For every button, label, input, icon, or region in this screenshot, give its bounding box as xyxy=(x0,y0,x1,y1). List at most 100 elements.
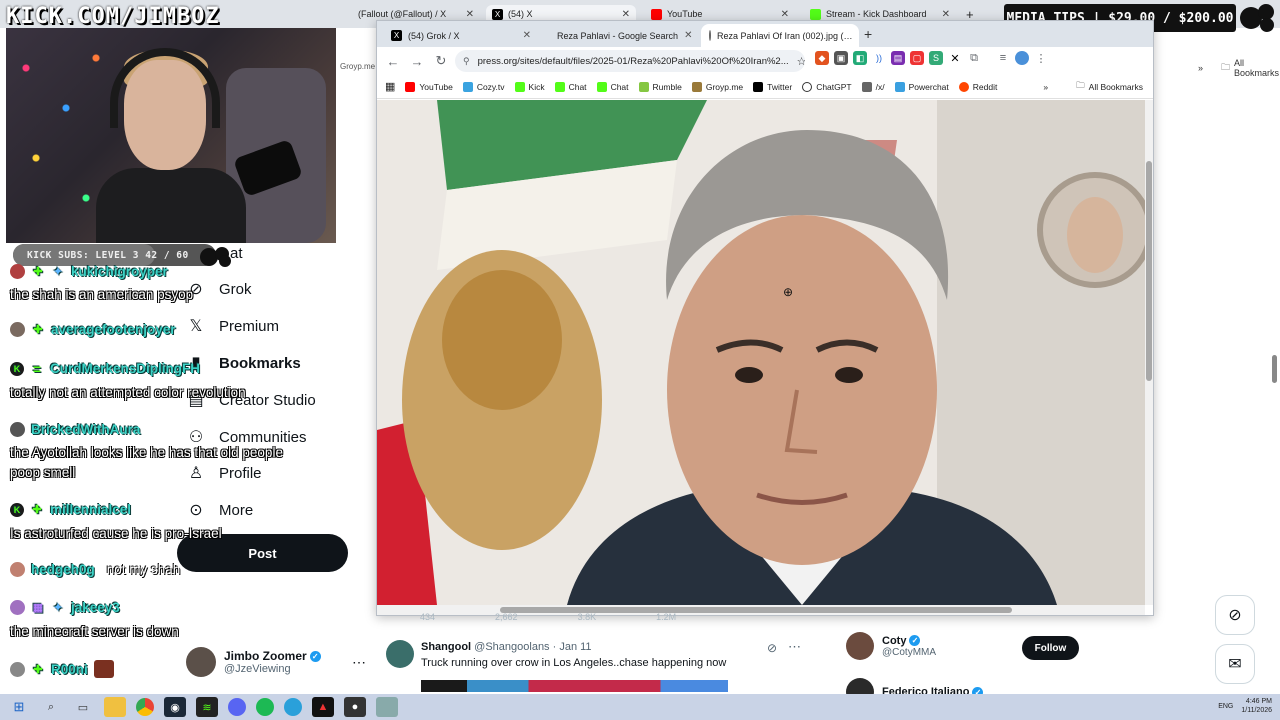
bookmark-powerchat[interactable]: Powerchat xyxy=(894,81,949,92)
url-text: press.org/sites/default/files/2025-01/Re… xyxy=(477,55,789,67)
more-horizontal-icon[interactable]: ⋯ xyxy=(788,639,801,655)
puzzle-icon[interactable]: ⧉ xyxy=(967,51,981,65)
obs-icon[interactable]: ● xyxy=(344,697,366,717)
groyp-icon xyxy=(691,81,702,92)
nav-more[interactable]: ⊙ More xyxy=(187,501,253,520)
nav-label: Premium xyxy=(219,317,280,335)
metamask-icon[interactable]: ◆ xyxy=(815,51,829,65)
more-horizontal-icon[interactable]: ⋯ xyxy=(352,654,366,671)
file-explorer-icon[interactable] xyxy=(104,697,126,717)
nav-bookmarks[interactable]: ▮ Bookmarks xyxy=(187,354,301,373)
telegram-icon[interactable] xyxy=(284,698,302,716)
site-info-icon[interactable]: ⚲ xyxy=(463,56,470,67)
discord-icon[interactable] xyxy=(228,698,246,716)
close-icon[interactable]: ✕ xyxy=(523,30,531,41)
scrollbar-thumb[interactable] xyxy=(1146,160,1152,381)
chat-username-row: K = CurdMerkensDiplingFH xyxy=(10,360,201,377)
grok-floating-button[interactable]: ⊘ xyxy=(1215,595,1255,635)
task-view-icon[interactable]: ▭ xyxy=(72,697,94,717)
menu-kebab-icon[interactable]: ⋮ xyxy=(1034,51,1048,65)
close-icon[interactable]: ✕ xyxy=(684,30,692,41)
signal-icon[interactable]: )) xyxy=(872,51,886,65)
avatar[interactable] xyxy=(386,640,414,668)
close-icon[interactable]: ✕ xyxy=(622,9,630,20)
extension-badge-icon[interactable]: ▣ xyxy=(834,51,848,65)
nav-profile[interactable]: ♙ Profile xyxy=(187,464,262,483)
tweet-author-handle[interactable]: @Shangoolans xyxy=(474,641,549,653)
browser-toolbar: ← → ↻ ⚲ press.org/sites/default/files/20… xyxy=(377,47,1153,75)
star-icon[interactable]: ☆ xyxy=(797,55,805,68)
kick-blob-icon xyxy=(1240,4,1274,32)
bookmark-chat-1[interactable]: Chat xyxy=(554,81,587,92)
close-icon[interactable]: ✕ xyxy=(942,9,950,20)
tweet-author-name[interactable]: Shangool xyxy=(421,641,471,653)
nav-grok[interactable]: ⊘ Grok xyxy=(187,280,251,299)
new-tab-button[interactable]: + xyxy=(864,26,872,42)
apps-grid-icon[interactable]: ▦ xyxy=(385,80,395,93)
bookmark-chatgpt[interactable]: ChatGPT xyxy=(802,81,852,92)
all-bookmarks-button[interactable]: 🗀 All Bookmarks xyxy=(1076,80,1143,94)
reload-icon[interactable]: ↻ xyxy=(429,49,453,73)
page-scrollbar-thumb[interactable] xyxy=(1272,355,1277,383)
image-viewer-window: X (54) Grok / X ✕ Reza Pahlavi - Google S… xyxy=(376,20,1154,616)
account-switcher[interactable]: Jimbo Zoomer ✓ @JzeViewing ⋯ xyxy=(186,645,366,679)
follow-button[interactable]: Follow xyxy=(1022,636,1079,660)
chat-username: R00ni xyxy=(51,661,88,677)
bookmark-cozy[interactable]: Cozy.tv xyxy=(462,81,505,92)
extension-icon[interactable]: ▢ xyxy=(910,51,924,65)
close-icon[interactable]: ✕ xyxy=(466,9,474,20)
clock[interactable]: 4:46 PM 1/11/2026 xyxy=(1241,697,1272,715)
bookmark-x-board[interactable]: /x/ xyxy=(861,81,885,92)
language-indicator[interactable]: ENG xyxy=(1218,703,1233,710)
extension-icon[interactable]: S xyxy=(929,51,943,65)
tab-google-search[interactable]: Reza Pahlavi - Google Search ✕ xyxy=(543,24,697,47)
bookmark-reddit[interactable]: Reddit xyxy=(958,81,997,92)
rumble-icon xyxy=(638,81,649,92)
kick-app-icon[interactable]: ≋ xyxy=(196,697,218,717)
spotify-icon[interactable] xyxy=(256,698,274,716)
close-icon[interactable]: ✕ xyxy=(781,9,789,20)
x-logo-icon: X xyxy=(391,30,402,41)
chat-username-row: ✚ averagefootenjoyer xyxy=(10,322,176,337)
chat-username: CurdMerkensDiplingFH xyxy=(50,361,201,376)
moderator-badge-icon: = xyxy=(32,360,42,377)
bookmark-kick[interactable]: Kick xyxy=(514,81,545,92)
underlying-all-bookmarks[interactable]: » 🗀 All Bookmarks xyxy=(1198,58,1280,78)
tweet-date[interactable]: · Jan 11 xyxy=(553,641,592,653)
underlying-bookmark-groyp[interactable]: Groyp.me xyxy=(340,62,375,71)
app-icon[interactable] xyxy=(376,697,398,717)
bookmark-twitter[interactable]: Twitter xyxy=(753,81,792,92)
chrome-icon[interactable] xyxy=(136,698,154,716)
back-arrow-icon[interactable]: ← xyxy=(381,49,405,73)
bookmark-groyp[interactable]: Groyp.me xyxy=(691,81,743,92)
chevron-right-icon[interactable]: » xyxy=(1043,82,1048,92)
tab-grok[interactable]: X (54) Grok / X ✕ xyxy=(383,24,539,47)
media-control-icon[interactable]: ≡ xyxy=(996,51,1010,65)
reddit-icon xyxy=(958,81,969,92)
windows-start-icon[interactable]: ⊞ xyxy=(8,697,30,717)
bookmark-youtube[interactable]: YouTube xyxy=(405,81,453,92)
grok-icon[interactable]: ⊘ xyxy=(767,641,777,655)
app-icon[interactable]: ▲ xyxy=(312,697,334,717)
x-logo-icon[interactable]: ✕ xyxy=(948,51,962,65)
steam-icon[interactable]: ◉ xyxy=(164,697,186,717)
window-tab-strip: X (54) Grok / X ✕ Reza Pahlavi - Google S… xyxy=(377,21,1153,47)
bookmark-chat-2[interactable]: Chat xyxy=(596,81,629,92)
bookmark-label: ChatGPT xyxy=(816,81,852,92)
extension-icon[interactable]: ◧ xyxy=(853,51,867,65)
forward-arrow-icon[interactable]: → xyxy=(405,49,429,73)
address-bar[interactable]: ⚲ press.org/sites/default/files/2025-01/… xyxy=(455,50,805,72)
tab-image-active[interactable]: Reza Pahlavi Of Iran (002).jpg (…✕ xyxy=(701,24,859,47)
nav-communities[interactable]: ⚇ Communities xyxy=(187,428,307,447)
search-icon[interactable]: ⌕ xyxy=(40,697,62,717)
nav-premium[interactable]: 𝕏 Premium xyxy=(187,317,280,336)
vertical-scrollbar[interactable] xyxy=(1145,100,1153,605)
sword-badge-icon: ✦ xyxy=(53,602,63,614)
reply-count: 434 xyxy=(420,612,436,622)
bookmark-rumble[interactable]: Rumble xyxy=(638,81,682,92)
avatar xyxy=(10,600,25,615)
profile-avatar-icon[interactable] xyxy=(1015,51,1029,65)
twitch-icon[interactable]: ▤ xyxy=(891,51,905,65)
messages-floating-button[interactable]: ✉ xyxy=(1215,644,1255,684)
tweet-media[interactable] xyxy=(421,680,728,692)
